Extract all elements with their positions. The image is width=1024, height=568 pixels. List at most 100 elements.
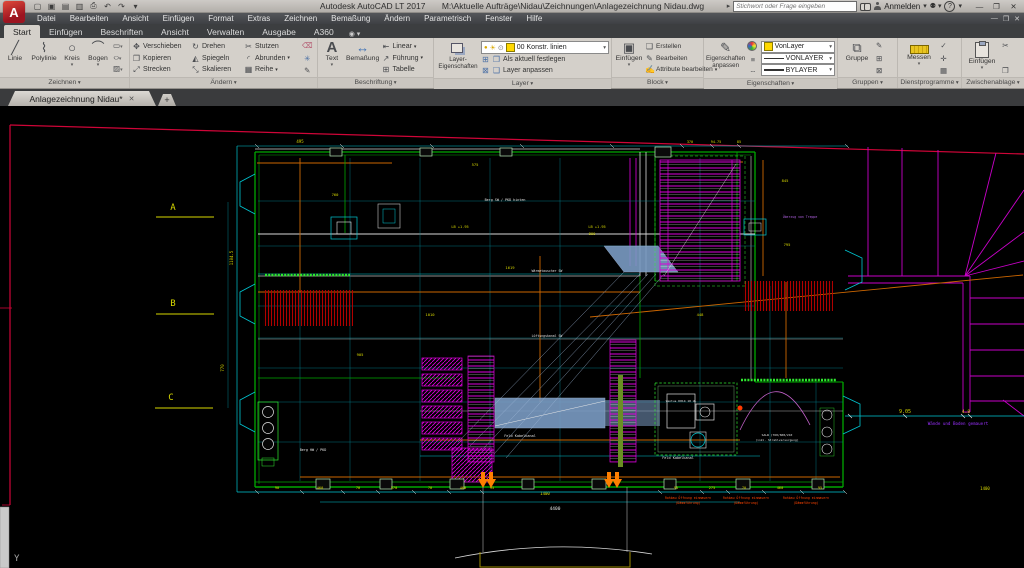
- leader-button[interactable]: ↗Führung▾: [381, 53, 431, 64]
- new-tab-button[interactable]: +: [158, 94, 176, 106]
- ungroup-button[interactable]: ✎: [876, 41, 882, 50]
- insert-block-button[interactable]: ▣ Einfügen: [614, 39, 644, 77]
- panel-label-zeichnen[interactable]: Zeichnen: [0, 77, 129, 88]
- panel-label-zwischenablage[interactable]: Zwischenablage: [962, 77, 1024, 88]
- doc-close-icon[interactable]: ✕: [1014, 15, 1020, 23]
- ribbon-tab-einfügen[interactable]: Einfügen: [40, 25, 92, 38]
- redo-icon[interactable]: ↷: [116, 2, 127, 11]
- move-button[interactable]: ✥Verschieben: [132, 41, 190, 52]
- arc-button[interactable]: ⌒ Bogen: [85, 39, 111, 77]
- create-block-button[interactable]: ❑Erstellen: [645, 41, 701, 52]
- save-as-icon[interactable]: ▥: [74, 2, 85, 11]
- menu-item-parametrisch[interactable]: Parametrisch: [417, 13, 478, 24]
- group-button[interactable]: ⧉ Gruppe: [840, 39, 874, 77]
- signin-button[interactable]: Anmelden: [884, 2, 920, 11]
- explode-button[interactable]: ✳: [302, 54, 313, 63]
- new-icon[interactable]: ▢: [32, 2, 43, 11]
- linetype-icon[interactable]: ┄: [747, 67, 758, 76]
- doc-minimize-icon[interactable]: —: [991, 15, 998, 23]
- ribbon-tab-verwalten[interactable]: Verwalten: [198, 25, 253, 38]
- menu-item-hilfe[interactable]: Hilfe: [519, 13, 549, 24]
- qat-dropdown-icon[interactable]: ▾: [130, 2, 141, 11]
- lineweight-select[interactable]: BYLAYER ▾: [761, 64, 835, 76]
- array-button[interactable]: ▦Reihe▾: [244, 64, 300, 75]
- search-input[interactable]: [733, 1, 857, 12]
- edit-polyline-button[interactable]: ✎: [302, 66, 313, 75]
- paste-button[interactable]: Einfügen: [964, 39, 1000, 77]
- menu-item-bemaßung[interactable]: Bemaßung: [324, 13, 377, 24]
- copy-button[interactable]: ❐Kopieren: [132, 53, 190, 64]
- color-wheel-icon[interactable]: [747, 41, 757, 51]
- match-properties-button[interactable]: ✎ Eigenschaften anpassen: [706, 39, 745, 78]
- linetype-select[interactable]: VONLAYER ▾: [761, 53, 835, 65]
- ribbon-options-icon[interactable]: ◉ ▾: [343, 30, 367, 38]
- edit-attributes-button[interactable]: ✍Attribute bearbeiten▾: [645, 64, 701, 75]
- menu-item-fenster[interactable]: Fenster: [478, 13, 519, 24]
- ribbon-tab-ansicht[interactable]: Ansicht: [152, 25, 198, 38]
- stretch-button[interactable]: ⤢Strecken: [132, 64, 190, 75]
- lineweight-icon[interactable]: ≡: [747, 55, 758, 64]
- circle-button[interactable]: ○ Kreis: [60, 39, 84, 77]
- panel-label-gruppen[interactable]: Gruppen: [838, 77, 897, 88]
- rotate-button[interactable]: ↻Drehen: [191, 41, 243, 52]
- erase-button[interactable]: ⌫: [302, 41, 313, 50]
- drawing-canvas[interactable]: Y9.054.8Wände und Boden gemauertABC1104.…: [0, 106, 1024, 568]
- layer-select[interactable]: ● ☀ ⊙ 00 Konstr. linien ▾: [481, 41, 609, 54]
- id-point-button[interactable]: ✛: [940, 54, 947, 63]
- group-edit-button[interactable]: ⊞: [876, 54, 882, 63]
- close-button[interactable]: ✕: [1005, 1, 1022, 11]
- linear-dimension-button[interactable]: ⇤Linear▾: [381, 41, 431, 52]
- search-binoculars-icon[interactable]: [860, 3, 871, 10]
- menu-item-ändern[interactable]: Ändern: [377, 13, 417, 24]
- group-select-button[interactable]: ⊠: [876, 66, 882, 75]
- cut-button[interactable]: ✂: [1002, 41, 1009, 50]
- panel-label-beschriftung[interactable]: Beschriftung: [318, 77, 433, 88]
- doc-restore-icon[interactable]: ❐: [1003, 15, 1009, 23]
- mirror-button[interactable]: ◭Spiegeln: [191, 53, 243, 64]
- ribbon-tab-beschriften[interactable]: Beschriften: [92, 25, 153, 38]
- menu-item-format[interactable]: Format: [201, 13, 240, 24]
- help-icon[interactable]: ?: [944, 1, 955, 12]
- ellipse-button[interactable]: ○▾: [113, 53, 123, 64]
- fillet-button[interactable]: ◜Abrunden▾: [244, 53, 300, 64]
- maximize-button[interactable]: ❐: [988, 1, 1005, 11]
- rectangle-button[interactable]: ▭▾: [113, 41, 123, 52]
- calculator-button[interactable]: ▦: [940, 66, 947, 75]
- measure-button[interactable]: Messen: [900, 39, 938, 77]
- signin-dropdown-icon[interactable]: ▾: [923, 2, 927, 10]
- polyline-button[interactable]: ⌇ Polylinie: [29, 39, 59, 77]
- ribbon-tab-start[interactable]: Start: [4, 25, 40, 38]
- menu-item-bearbeiten[interactable]: Bearbeiten: [63, 13, 116, 24]
- panel-label-dienstprogramme[interactable]: Dienstprogramme: [898, 77, 961, 88]
- cad-drawing[interactable]: Y9.054.8Wände und Boden gemauertABC1104.…: [0, 106, 1024, 568]
- menu-item-extras[interactable]: Extras: [241, 13, 278, 24]
- line-button[interactable]: ╱ Linie: [2, 39, 28, 77]
- autocad-logo-icon[interactable]: A: [3, 1, 25, 23]
- set-current-layer-button[interactable]: ⊞ ❐ Als aktuell festlegen: [481, 54, 609, 65]
- trim-button[interactable]: ✂Stutzen: [244, 41, 300, 52]
- menu-item-einfügen[interactable]: Einfügen: [156, 13, 202, 24]
- menu-item-ansicht[interactable]: Ansicht: [115, 13, 155, 24]
- layer-properties-button[interactable]: Layer-Eigenschaften: [436, 39, 480, 78]
- ribbon-tab-a360[interactable]: A360: [305, 25, 343, 38]
- tab-close-icon[interactable]: ✕: [129, 95, 135, 103]
- share-icon[interactable]: ⚉ ▾: [930, 2, 942, 10]
- quick-select-button[interactable]: ✓: [940, 41, 947, 50]
- document-tab-active[interactable]: Anlagezeichnung Nidau* ✕: [8, 91, 156, 106]
- copy-clip-button[interactable]: ❐: [1002, 66, 1009, 75]
- open-icon[interactable]: ▣: [46, 2, 57, 11]
- table-button[interactable]: ⊞Tabelle: [381, 64, 431, 75]
- hatch-button[interactable]: ▨▾: [113, 64, 123, 75]
- dimension-button[interactable]: ↔ Bemaßung: [345, 39, 381, 77]
- scale-button[interactable]: ⤡Skalieren: [191, 64, 243, 75]
- edit-block-button[interactable]: ✎Bearbeiten: [645, 53, 701, 64]
- search-overflow-icon[interactable]: ▸: [727, 2, 731, 10]
- save-icon[interactable]: ▤: [60, 2, 71, 11]
- help-dropdown-icon[interactable]: ▾: [958, 2, 962, 10]
- panel-label-eigenschaften[interactable]: Eigenschaften: [704, 78, 837, 89]
- text-button[interactable]: A Text: [320, 39, 344, 77]
- menu-item-datei[interactable]: Datei: [30, 13, 63, 24]
- minimize-button[interactable]: —: [971, 1, 988, 11]
- plot-icon[interactable]: ⎙: [88, 1, 99, 11]
- menu-item-zeichnen[interactable]: Zeichnen: [277, 13, 324, 24]
